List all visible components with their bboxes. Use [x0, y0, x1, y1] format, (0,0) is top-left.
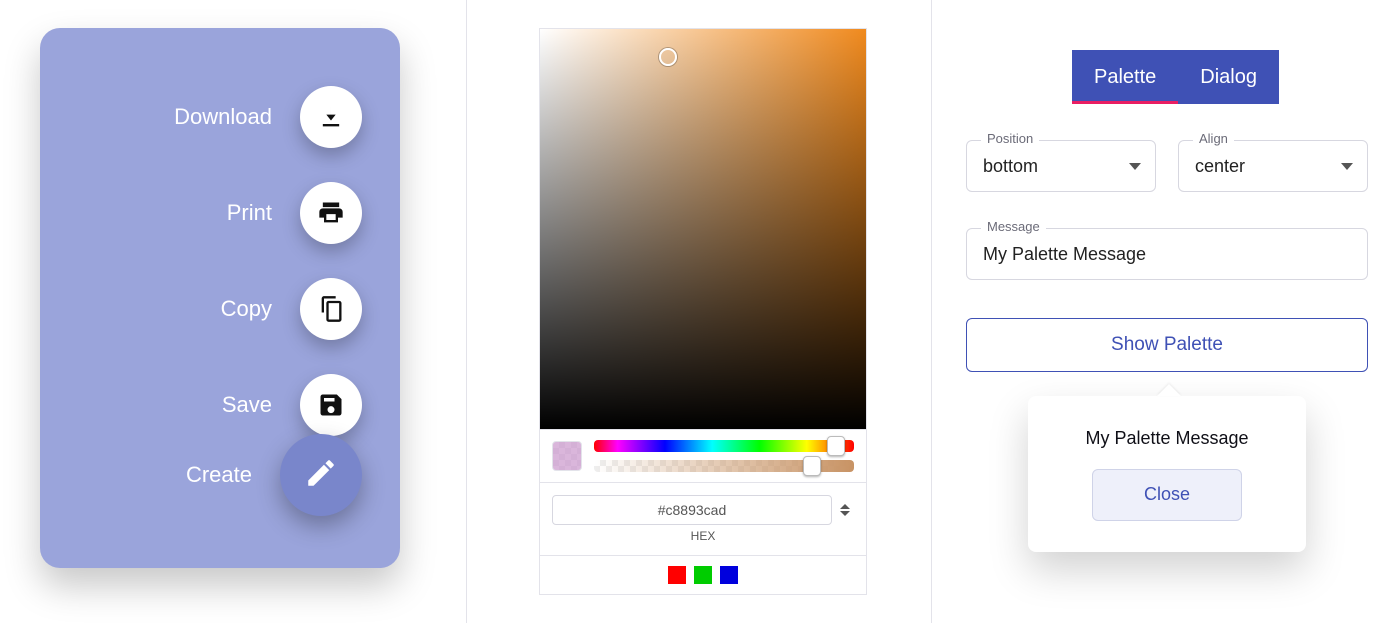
- preset-green[interactable]: [694, 566, 712, 584]
- color-swatch: [552, 441, 582, 471]
- copy-icon[interactable]: [300, 278, 362, 340]
- save-icon[interactable]: [300, 374, 362, 436]
- speed-dial-item-copy[interactable]: Copy: [221, 278, 362, 340]
- preset-red[interactable]: [668, 566, 686, 584]
- speed-dial-main[interactable]: Create: [186, 434, 362, 516]
- format-label: HEX: [552, 529, 854, 543]
- message-field[interactable]: Message: [966, 228, 1368, 280]
- palette-popover: My Palette Message Close: [1028, 396, 1306, 552]
- chevron-up-icon: [840, 504, 850, 509]
- field-label: Position: [981, 131, 1039, 146]
- color-cursor[interactable]: [659, 48, 677, 66]
- chevron-down-icon: [840, 511, 850, 516]
- tab-palette[interactable]: Palette: [1072, 50, 1178, 104]
- preset-colors: [540, 555, 866, 594]
- format-switch[interactable]: [840, 504, 854, 516]
- alpha-slider[interactable]: [594, 460, 854, 472]
- field-label: Align: [1193, 131, 1234, 146]
- download-icon[interactable]: [300, 86, 362, 148]
- hex-input[interactable]: [552, 495, 832, 525]
- popover-message: My Palette Message: [1085, 428, 1248, 449]
- create-button[interactable]: [280, 434, 362, 516]
- color-picker: HEX: [539, 28, 867, 595]
- align-select[interactable]: Align: [1178, 140, 1368, 192]
- align-value[interactable]: [1193, 141, 1333, 191]
- position-select[interactable]: Position: [966, 140, 1156, 192]
- speed-dial-item-save[interactable]: Save: [222, 374, 362, 436]
- speed-dial-item-download[interactable]: Download: [174, 86, 362, 148]
- speed-dial-label: Print: [227, 200, 272, 226]
- alpha-thumb[interactable]: [803, 456, 821, 476]
- show-palette-button[interactable]: Show Palette: [966, 318, 1368, 372]
- tab-dialog[interactable]: Dialog: [1178, 50, 1279, 104]
- message-input[interactable]: [981, 229, 1353, 279]
- position-value[interactable]: [981, 141, 1121, 191]
- speed-dial-label: Save: [222, 392, 272, 418]
- close-button[interactable]: Close: [1092, 469, 1242, 521]
- pencil-icon: [304, 456, 338, 495]
- hue-thumb[interactable]: [827, 436, 845, 456]
- preset-blue[interactable]: [720, 566, 738, 584]
- popover-caret: [1157, 384, 1181, 396]
- speed-dial-label: Copy: [221, 296, 272, 322]
- speed-dial-item-print[interactable]: Print: [227, 182, 362, 244]
- tab-bar: Palette Dialog: [1072, 50, 1279, 104]
- hue-slider[interactable]: [594, 440, 854, 452]
- speed-dial-label: Download: [174, 104, 272, 130]
- speed-dial-card: Download Print Copy Save: [40, 28, 400, 568]
- chevron-down-icon: [1129, 163, 1141, 170]
- chevron-down-icon: [1341, 163, 1353, 170]
- color-saturation-area[interactable]: [540, 29, 866, 429]
- field-label: Message: [981, 219, 1046, 234]
- speed-dial-main-label: Create: [186, 462, 252, 488]
- print-icon[interactable]: [300, 182, 362, 244]
